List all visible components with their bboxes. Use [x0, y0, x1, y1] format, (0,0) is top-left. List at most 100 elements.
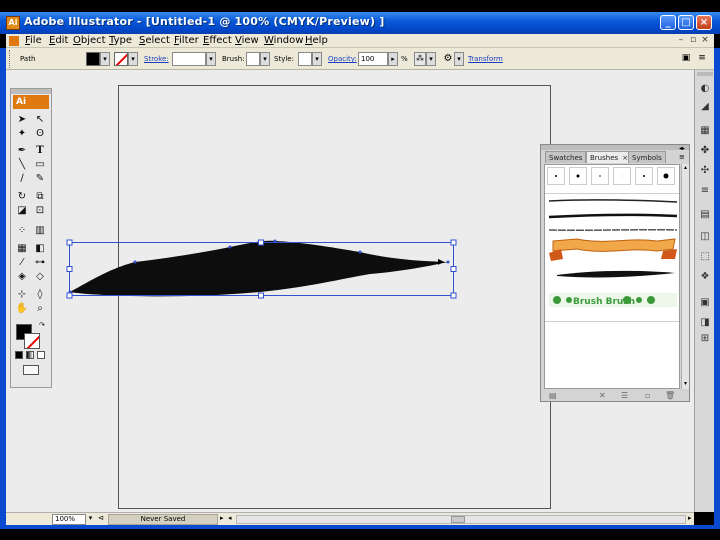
- live-paint-selection-tool-icon[interactable]: ◇: [33, 270, 47, 283]
- selection-handle: [66, 292, 73, 299]
- rotate-tool-icon[interactable]: ↻: [15, 190, 29, 203]
- stroke-panel-icon[interactable]: ≡: [698, 184, 712, 198]
- brush-stroke-path: [70, 240, 448, 297]
- swap-fill-stroke-icon[interactable]: ↷: [39, 321, 45, 329]
- selection-tool-icon[interactable]: ➤: [15, 113, 29, 126]
- art-brush-dry-ink: [548, 199, 678, 203]
- selection-handle: [450, 292, 457, 299]
- remove-brush-stroke-icon[interactable]: ✕: [599, 391, 606, 400]
- new-brush-icon[interactable]: ▫: [645, 391, 650, 400]
- selection-handle: [258, 292, 264, 299]
- type-tool-icon[interactable]: T: [33, 144, 47, 157]
- calligraphic-brush-swatch[interactable]: [591, 167, 609, 185]
- zoom-dropdown-icon[interactable]: ▾: [86, 514, 95, 525]
- scrollbar-thumb[interactable]: [451, 516, 465, 523]
- tab-swatches[interactable]: Swatches: [545, 151, 587, 163]
- brush-options-icon[interactable]: ☰: [621, 391, 628, 400]
- gradient-panel-icon[interactable]: ▤: [698, 208, 712, 222]
- brushes-panel: ◂▸ Swatches Brushes × Symbols ≡ Brush Br…: [540, 144, 690, 402]
- selection-handle: [258, 239, 264, 246]
- eraser-tool-icon[interactable]: ◊: [33, 288, 47, 301]
- none-mode-icon[interactable]: [37, 351, 45, 359]
- delete-brush-icon[interactable]: 🗑: [665, 391, 675, 400]
- tab-brushes-label: Brushes: [590, 154, 619, 162]
- brush-libraries-icon[interactable]: ▤: [549, 391, 557, 400]
- calligraphic-brush-swatch[interactable]: [613, 167, 631, 185]
- screen-mode-icon[interactable]: [23, 365, 39, 375]
- pencil-tool-icon[interactable]: ✎: [33, 172, 47, 185]
- separator: [545, 193, 679, 194]
- zoom-field[interactable]: 100%: [52, 514, 86, 525]
- brush-list-scrollbar[interactable]: ▴ ▾: [681, 164, 689, 389]
- rectangle-tool-icon[interactable]: ▭: [33, 158, 47, 171]
- color-mode-icon[interactable]: [15, 351, 23, 359]
- selection-handle: [66, 239, 73, 246]
- window-bottom-border: [0, 525, 720, 529]
- horizontal-scrollbar[interactable]: [236, 515, 686, 524]
- artboard-nav-icon[interactable]: ⊲: [98, 514, 106, 525]
- artboards-panel-icon[interactable]: ◨: [698, 316, 712, 330]
- art-brush-banner-tail: [549, 249, 563, 261]
- appearance-panel-icon[interactable]: ⬚: [698, 250, 712, 264]
- scroll-down-icon[interactable]: ▾: [682, 380, 689, 388]
- color-panel-icon[interactable]: ◐: [698, 82, 712, 96]
- anchor-point: [446, 260, 450, 264]
- swatches-panel-icon[interactable]: ▦: [698, 124, 712, 138]
- symbols-panel-icon[interactable]: ✣: [698, 164, 712, 178]
- mouse-pointer-icon: ▸: [438, 254, 445, 268]
- panel-menu-icon[interactable]: ≡: [679, 153, 685, 161]
- hand-tool-icon[interactable]: ✋: [15, 302, 29, 315]
- selection-handle: [450, 239, 457, 246]
- column-graph-tool-icon[interactable]: ▥: [33, 224, 47, 237]
- art-brush-charcoal: [548, 213, 678, 219]
- pen-tool-icon[interactable]: ✒: [15, 144, 29, 157]
- free-transform-tool-icon[interactable]: ⊡: [33, 204, 47, 217]
- magic-wand-tool-icon[interactable]: ✦: [15, 127, 29, 140]
- anchor-point: [228, 245, 232, 249]
- lasso-tool-icon[interactable]: ʘ: [33, 127, 47, 140]
- live-paint-tool-icon[interactable]: ◈: [15, 270, 29, 283]
- panel-grip[interactable]: [541, 145, 689, 150]
- scroll-right-icon[interactable]: ▸: [688, 514, 692, 522]
- warp-tool-icon[interactable]: ◪: [15, 204, 29, 217]
- stroke-swatch[interactable]: [24, 333, 40, 349]
- tools-panel-grip[interactable]: [11, 89, 51, 94]
- document-status[interactable]: Never Saved: [108, 514, 218, 525]
- scroll-up-icon[interactable]: ▴: [682, 164, 689, 172]
- panel-collapse-icon[interactable]: ◂▸: [679, 145, 685, 152]
- selection-handle: [450, 266, 457, 272]
- gradient-mode-icon[interactable]: [26, 351, 34, 359]
- symbol-sprayer-tool-icon[interactable]: ⁘: [15, 224, 29, 237]
- layers-panel-icon[interactable]: ▣: [698, 296, 712, 310]
- calligraphic-brush-swatch[interactable]: [547, 167, 565, 185]
- art-brush-banner: [552, 238, 676, 252]
- blend-tool-icon[interactable]: ⊶: [33, 256, 47, 269]
- brushes-panel-icon[interactable]: ✤: [698, 144, 712, 158]
- calligraphic-brush-swatch[interactable]: [569, 167, 587, 185]
- calligraphic-brush-swatch[interactable]: [635, 167, 653, 185]
- eyedropper-tool-icon[interactable]: ⁄: [15, 256, 29, 269]
- tab-symbols[interactable]: Symbols: [628, 151, 666, 163]
- calligraphic-brush-swatch[interactable]: [657, 167, 675, 185]
- gradient-tool-icon[interactable]: ◧: [33, 242, 47, 255]
- scroll-left-icon[interactable]: ◂: [228, 514, 232, 522]
- transparency-panel-icon[interactable]: ◫: [698, 230, 712, 244]
- align-panel-icon[interactable]: ⊞: [698, 332, 712, 346]
- paintbrush-tool-icon[interactable]: ∕: [15, 172, 29, 185]
- tools-panel: Ai ➤ ↖ ✦ ʘ ✒ T ╲ ▭ ∕ ✎ ↻ ⧉ ◪ ⊡ ⁘ ▥ ▦ ◧ ⁄…: [10, 88, 52, 388]
- status-menu-icon[interactable]: ▸: [220, 514, 224, 522]
- anchor-point: [68, 290, 72, 294]
- dock-grip[interactable]: [697, 72, 713, 76]
- anchor-point: [273, 239, 277, 243]
- mesh-tool-icon[interactable]: ▦: [15, 242, 29, 255]
- line-tool-icon[interactable]: ╲: [15, 158, 29, 171]
- illustrator-logo: Ai: [13, 95, 49, 109]
- slice-tool-icon[interactable]: ⊹: [15, 288, 29, 301]
- tab-brushes[interactable]: Brushes ×: [586, 151, 632, 163]
- direct-selection-tool-icon[interactable]: ↖: [33, 113, 47, 126]
- scale-tool-icon[interactable]: ⧉: [33, 190, 47, 203]
- color-guide-icon[interactable]: ◢: [698, 100, 712, 114]
- status-bar: 100% ▾ ⊲ Never Saved ▸ ◂ ▸: [6, 512, 694, 525]
- zoom-tool-icon[interactable]: ⌕: [33, 302, 47, 315]
- graphic-styles-icon[interactable]: ❖: [698, 270, 712, 284]
